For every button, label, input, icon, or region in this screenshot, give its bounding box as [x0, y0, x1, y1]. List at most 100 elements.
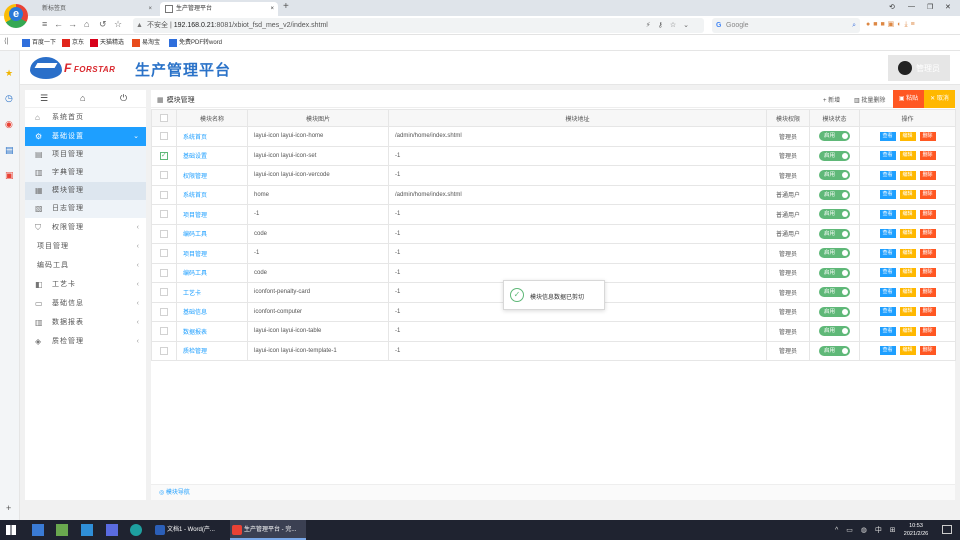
- view-button[interactable]: 查看: [879, 131, 896, 141]
- close-tab-icon[interactable]: ×: [270, 2, 274, 16]
- bookmark-tmall[interactable]: 天猫精选: [90, 38, 124, 48]
- sidebar-item-process-card[interactable]: ◧ 工艺卡 ‹: [25, 275, 146, 294]
- row-select-cell[interactable]: [151, 165, 177, 186]
- view-button[interactable]: 查看: [879, 248, 896, 258]
- cancel-button[interactable]: ✕ 取消: [924, 90, 955, 108]
- minimize-icon[interactable]: —: [908, 3, 915, 10]
- windows-start-icon[interactable]: [6, 525, 16, 535]
- search-input[interactable]: G Google ⌕: [712, 18, 860, 33]
- sidebar-item-log[interactable]: ▧ 日志管理: [25, 200, 146, 218]
- table-row[interactable]: 系统首页 home/admin/home/index.shtml 普通用户 启用 查看编…: [151, 184, 956, 205]
- table-row[interactable]: 质检管理 layui-icon layui-icon-template-1 -1 管理…: [151, 340, 956, 361]
- sidebar-item-module[interactable]: ▦ 模块管理: [25, 182, 146, 200]
- bookmark-pdf[interactable]: 免费PDF转word: [169, 38, 222, 48]
- forward-icon[interactable]: →: [68, 19, 77, 29]
- batch-delete-button[interactable]: ▥ 批量删除: [854, 95, 885, 104]
- row-checkbox[interactable]: [160, 151, 168, 160]
- table-row[interactable]: 基础设置layui-icon layui-icon-set-1管理员启用查看编辑…: [151, 145, 956, 166]
- status-toggle[interactable]: 启用: [819, 345, 850, 356]
- extension-icons[interactable]: ●■■▣◐⤓≡: [866, 20, 918, 29]
- row-checkbox[interactable]: [160, 132, 168, 141]
- row-checkbox[interactable]: [160, 268, 168, 277]
- sidebar-item-project-management[interactable]: 项目管理 ‹: [25, 237, 146, 256]
- table-row[interactable]: 项目管理 -1 -1 普通用户 启用 查看 编辑 删除: [151, 204, 956, 225]
- delete-button[interactable]: 删除: [919, 268, 936, 278]
- edit-button[interactable]: 编辑: [899, 209, 916, 219]
- row-checkbox[interactable]: [160, 346, 168, 355]
- panel-footer[interactable]: ◎ 模块导航: [151, 484, 955, 500]
- tab-new-tab[interactable]: 新标签页 ×: [36, 2, 156, 16]
- delete-button[interactable]: 删除: [919, 190, 936, 200]
- taskbar-app-icon[interactable]: [81, 524, 93, 536]
- table-row[interactable]: 权限管理 layui-icon layui-icon-vercode -1 管理员 启用…: [151, 165, 956, 186]
- sidebar-item-quality[interactable]: ◈ 质检管理 ‹: [25, 332, 146, 351]
- row-checkbox[interactable]: [160, 288, 168, 297]
- undo-icon[interactable]: ↺: [99, 19, 107, 30]
- row-select-cell[interactable]: [151, 184, 177, 205]
- bookmark-baidu[interactable]: 百度一下: [22, 38, 56, 48]
- sidebar-item-basic-settings[interactable]: ⚙ 基础设置 ⌄: [25, 127, 146, 146]
- search-icon[interactable]: ⌕: [852, 18, 856, 33]
- edit-button[interactable]: 编辑: [899, 190, 916, 200]
- bookmark-jd[interactable]: 京东: [62, 38, 84, 48]
- url-field[interactable]: ▲ 不安全 | 192.168.0.21:8081/xbiot_fsd_mes_…: [133, 18, 704, 33]
- edit-button[interactable]: 编辑: [899, 229, 916, 239]
- row-select-cell[interactable]: [151, 262, 177, 283]
- row-select-cell[interactable]: [151, 243, 177, 264]
- delete-button[interactable]: 删除: [919, 307, 936, 317]
- row-checkbox[interactable]: [160, 307, 168, 316]
- view-button[interactable]: 查看: [879, 268, 896, 278]
- edit-button[interactable]: 编辑: [899, 326, 916, 336]
- module-name[interactable]: 编码工具: [176, 262, 248, 283]
- view-button[interactable]: 查看: [879, 326, 896, 336]
- delete-button[interactable]: 删除: [919, 248, 936, 258]
- sidebar-item-home[interactable]: ⌂ 系统首页: [25, 108, 146, 127]
- row-checkbox[interactable]: [160, 171, 168, 180]
- collapse-icon[interactable]: ⟨|: [4, 37, 9, 45]
- taskbar-app-icon[interactable]: [106, 524, 118, 536]
- row-select-cell[interactable]: [151, 321, 177, 342]
- taskbar-app-icon[interactable]: [56, 524, 68, 536]
- back-icon[interactable]: ←: [54, 19, 63, 29]
- weibo-icon[interactable]: ◉: [5, 119, 13, 130]
- sidebar-toggle-icon[interactable]: ≡: [42, 19, 47, 29]
- star-icon[interactable]: ☆: [114, 19, 122, 30]
- sidebar-item-permissions[interactable]: ⛉ 权限管理 ‹: [25, 218, 146, 237]
- home-icon[interactable]: ⌂: [84, 19, 89, 29]
- status-toggle[interactable]: 启用: [819, 150, 850, 161]
- status-toggle[interactable]: 启用: [819, 209, 850, 220]
- module-name[interactable]: 基础设置: [176, 145, 248, 166]
- row-checkbox[interactable]: [160, 249, 168, 258]
- row-select-cell[interactable]: [151, 223, 177, 244]
- module-name[interactable]: 项目管理: [176, 204, 248, 225]
- view-button[interactable]: 查看: [879, 190, 896, 200]
- delete-button[interactable]: 删除: [919, 326, 936, 336]
- clock[interactable]: 10:53 2021/2/26: [898, 522, 934, 538]
- module-name[interactable]: 系统首页: [176, 126, 248, 147]
- restore-icon[interactable]: ⟲: [889, 3, 895, 11]
- edge-icon[interactable]: [130, 524, 142, 536]
- row-select-cell[interactable]: [151, 145, 177, 166]
- edit-button[interactable]: 编辑: [899, 170, 916, 180]
- row-checkbox[interactable]: [160, 190, 168, 199]
- edit-button[interactable]: 编辑: [899, 268, 916, 278]
- close-tab-icon[interactable]: ×: [148, 2, 152, 16]
- edit-button[interactable]: 编辑: [899, 287, 916, 297]
- module-name[interactable]: 系统首页: [176, 184, 248, 205]
- lightning-icon[interactable]: ⚡: [646, 22, 658, 29]
- reader-icon[interactable]: ▤: [5, 145, 14, 156]
- select-all-cell[interactable]: [151, 109, 177, 127]
- module-name[interactable]: 数据报表: [176, 321, 248, 342]
- status-toggle[interactable]: 启用: [819, 287, 850, 298]
- view-button[interactable]: 查看: [879, 229, 896, 239]
- ime-indicator[interactable]: 中: [875, 527, 885, 534]
- bookmark-star-icon[interactable]: ☆: [670, 22, 683, 29]
- taskbar-app-icon[interactable]: [32, 524, 44, 536]
- row-checkbox[interactable]: [160, 229, 168, 238]
- table-row[interactable]: 数据报表 layui-icon layui-icon-table -1 管理员 启用 查看…: [151, 321, 956, 342]
- edit-button[interactable]: 编辑: [899, 346, 916, 356]
- tab-production-platform[interactable]: 生产管理平台 ×: [160, 2, 278, 16]
- view-button[interactable]: 查看: [879, 209, 896, 219]
- row-checkbox[interactable]: [160, 210, 168, 219]
- system-tray[interactable]: ^ ▭ ◍ 中 ⊞: [835, 525, 899, 535]
